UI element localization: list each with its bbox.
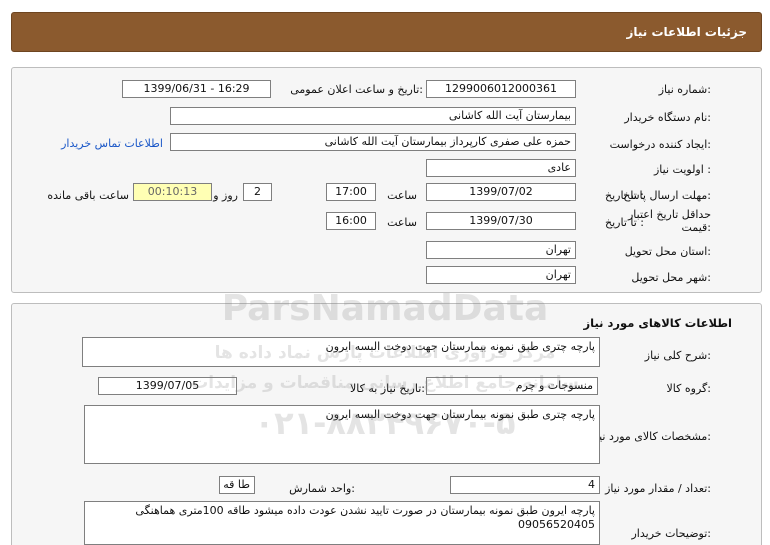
priority-field[interactable]: عادی [426, 159, 576, 177]
city-field[interactable]: تهران [426, 266, 576, 284]
province-label: استان محل تحویل: [624, 245, 711, 258]
validity-time-field[interactable]: 16:00 [326, 212, 376, 230]
unit-field[interactable]: طا قه [219, 476, 255, 494]
buyer-org-field[interactable]: بیمارستان آیت الله کاشانی [170, 107, 576, 125]
unit-label: واحد شمارش: [289, 482, 355, 495]
days-label: روز و [213, 189, 238, 202]
goods-section-title: اطلاعات کالاهای مورد نیاز [583, 316, 732, 330]
need-date-label: تاریخ نیاز به کالا: [350, 382, 425, 395]
page-header: جزئیات اطلاعات نیاز [11, 12, 762, 52]
need-info-panel [11, 67, 762, 293]
deadline-time-label: ساعت [387, 189, 417, 202]
validity-time-label: ساعت [387, 216, 417, 229]
buyer-org-label: نام دستگاه خریدار: [624, 111, 711, 124]
need-number-label: شماره نیاز: [658, 83, 711, 96]
deadline-time-field[interactable]: 17:00 [326, 183, 376, 201]
goods-group-field[interactable]: منسوجات و چرم [426, 377, 598, 395]
quantity-label: تعداد / مقدار مورد نیاز: [605, 482, 711, 495]
creator-field[interactable]: حمزه علی صفری کارپرداز بیمارستان آیت الل… [170, 133, 576, 151]
deadline-date-field[interactable]: 1399/07/02 [426, 183, 576, 201]
buyer-description-label: توضیحات خریدار: [631, 527, 712, 540]
remaining-label: ساعت باقی مانده [47, 189, 129, 202]
need-date-field[interactable]: 1399/07/05 [98, 377, 237, 395]
summary-label: شرح کلی نیاز: [644, 349, 711, 362]
deadline-to-date-label: تا تاریخ : [605, 189, 644, 202]
buyer-contact-link[interactable]: اطلاعات تماس خریدار [61, 137, 163, 150]
province-field[interactable]: تهران [426, 241, 576, 259]
goods-group-label: گروه کالا: [666, 382, 711, 395]
summary-field[interactable]: پارچه چتری طبق نمونه بیمارستان جهت دوخت … [82, 337, 600, 367]
specs-field[interactable]: پارچه چتری طبق نمونه بیمارستان جهت دوخت … [84, 405, 600, 464]
page-title: جزئیات اطلاعات نیاز [626, 25, 747, 39]
creator-label: ایجاد کننده درخواست: [609, 138, 711, 151]
quantity-field[interactable]: 4 [450, 476, 600, 494]
remaining-time-field[interactable]: 00:10:13 [133, 183, 212, 201]
validity-to-date-label: تا تاریخ : [605, 216, 644, 229]
validity-date-field[interactable]: 1399/07/30 [426, 212, 576, 230]
specs-label: مشخصات کالای مورد نیاز: [590, 430, 711, 443]
city-label: شهر محل تحویل: [631, 271, 711, 284]
announce-datetime-label: تاریخ و ساعت اعلان عمومی: [290, 83, 423, 96]
announce-datetime-field[interactable]: 1399/06/31 - 16:29 [122, 80, 271, 98]
buyer-description-field[interactable]: پارچه ایرون طبق نمونه بیمارستان در صورت … [84, 501, 600, 545]
need-number-field[interactable]: 1299006012000361 [426, 80, 576, 98]
remaining-days-field[interactable]: 2 [243, 183, 272, 201]
priority-label: اولویت نیاز : [653, 163, 711, 176]
